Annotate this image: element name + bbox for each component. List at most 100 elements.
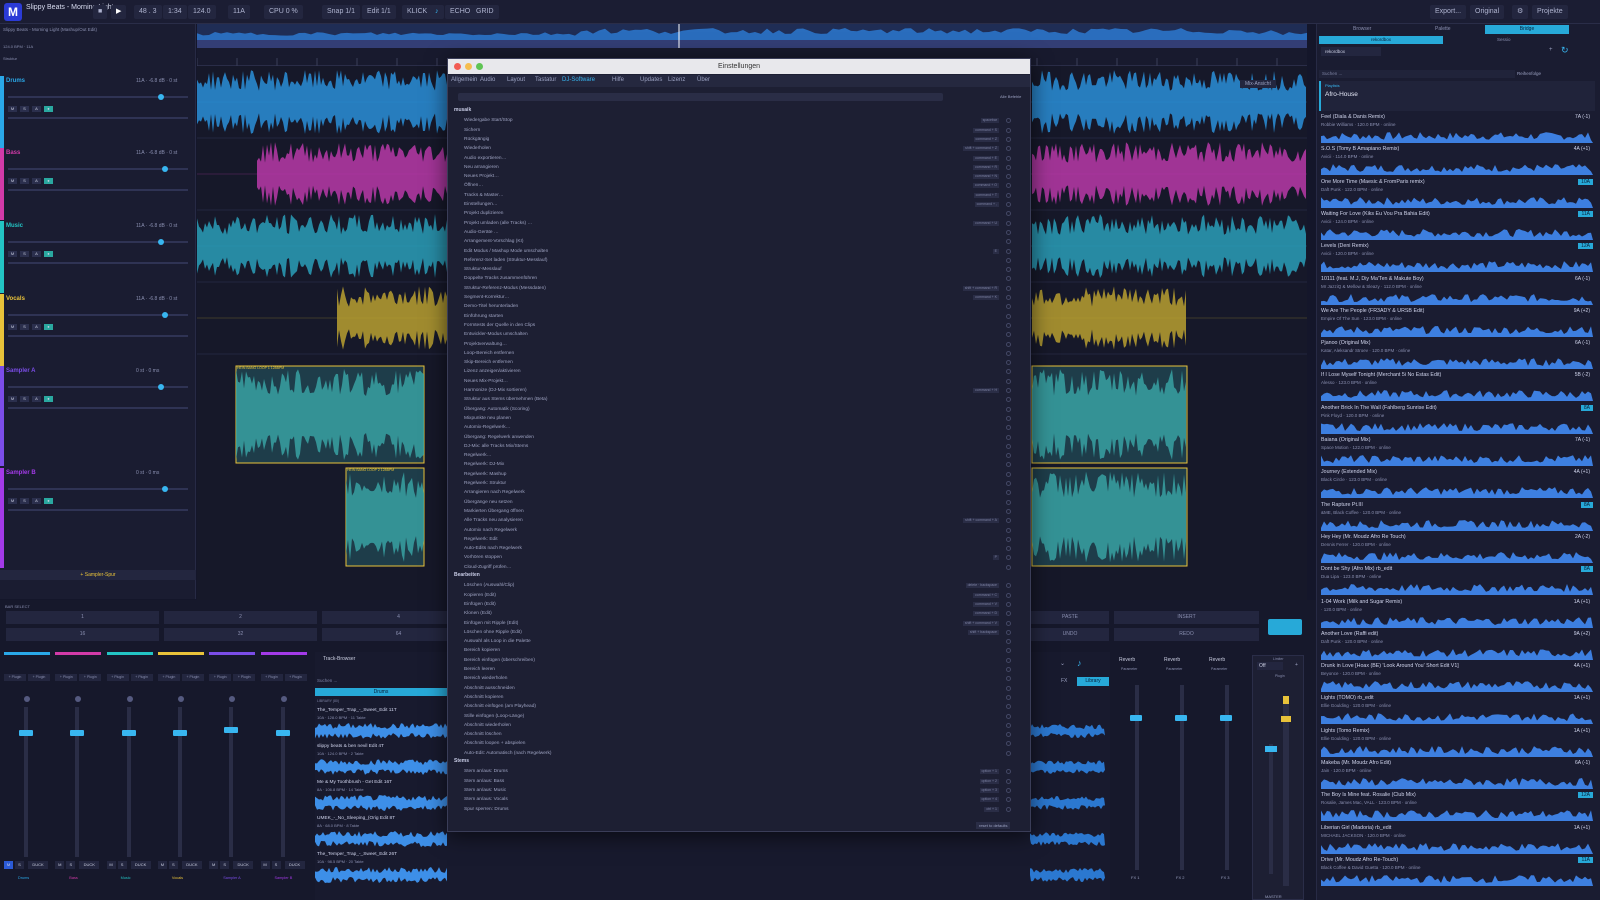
channel-solo-button[interactable]: S (220, 861, 230, 869)
reset-shortcut-icon[interactable] (1006, 388, 1011, 393)
track-header-sampler-a[interactable]: Sampler A 0 st · 0 ms M S A ● (0, 366, 196, 466)
dialog-tab-4[interactable]: DJ-Software (562, 77, 595, 83)
reset-shortcut-icon[interactable] (1006, 434, 1011, 440)
shortcut-key[interactable]: option + 2 (979, 778, 999, 784)
duck-button[interactable]: DUCK (130, 861, 151, 869)
shortcut-row[interactable]: Struktur-Messlauf (464, 265, 1019, 274)
shortcut-key[interactable]: command + H (973, 388, 999, 393)
subtab-rekordbox[interactable]: rekordbox (1319, 36, 1443, 44)
shortcut-row[interactable]: Einstellungen… command + , (464, 200, 1019, 209)
edit-select[interactable]: Edit 1/1 (362, 5, 396, 19)
duck-button[interactable]: DUCK (233, 861, 254, 869)
channel-mute-button[interactable]: M (106, 861, 116, 869)
shortcut-row[interactable]: Neues Projekt… command + N (464, 172, 1019, 181)
shortcut-row[interactable]: Lizenz anzeigen/aktivieren (464, 367, 1019, 376)
song-row[interactable]: Another Love (Raffi edit) Daft Punk · 120… (1321, 631, 1597, 663)
minimize-icon[interactable] (465, 63, 472, 70)
add-plugin-button[interactable]: + Plugin (157, 674, 180, 681)
shortcut-row[interactable]: Regelwerk: Mashup (464, 470, 1019, 479)
reset-shortcut-icon[interactable] (1006, 425, 1011, 431)
channel-solo-button[interactable]: S (15, 861, 24, 869)
arm-button[interactable]: A (32, 251, 41, 257)
shortcut-row[interactable]: Markierten Übergang öffnen (464, 507, 1019, 516)
shortcut-row[interactable]: Stem an/aus: Drums option + 1 (464, 767, 1019, 776)
shortcut-row[interactable]: Projekt umladen (alle Tracks) … command +… (464, 219, 1019, 228)
add-plugin-button[interactable]: + Plugin (233, 674, 256, 681)
reset-shortcut-icon[interactable] (1006, 518, 1011, 524)
shortcut-row[interactable]: Abschnitt loopen + abspielen (464, 739, 1019, 748)
search-input[interactable]: Suchen ... (1319, 70, 1515, 78)
shortcut-row[interactable]: Alle Tracks neu analysieren shift + comma… (464, 516, 1019, 525)
reset-shortcut-icon[interactable] (1006, 592, 1011, 598)
reset-shortcut-icon[interactable] (1006, 797, 1011, 803)
reset-shortcut-icon[interactable] (1006, 229, 1011, 235)
volume-knob[interactable] (158, 239, 164, 245)
channel-knob[interactable] (229, 696, 236, 702)
track-header-music[interactable]: Music 11A · -6.8 dB · 0 st M S A ● (0, 221, 196, 293)
shortcut-row[interactable]: Referenz-Set laden (Struktur-Messlauf) (464, 256, 1019, 265)
reset-shortcut-icon[interactable] (1006, 685, 1011, 691)
channel-mute-button[interactable]: M (260, 861, 270, 869)
reset-shortcut-icon[interactable] (1006, 806, 1011, 812)
bar-pad-16[interactable]: 16 (6, 628, 159, 641)
track-browser-search[interactable]: Suchen ... (315, 678, 447, 686)
reset-shortcut-icon[interactable] (1006, 471, 1011, 477)
record-button[interactable] (1268, 619, 1302, 635)
shortcut-row[interactable]: Klonen (Edit) command + D (464, 609, 1019, 618)
shortcut-row[interactable]: Formtests der Quelle in den Clips (464, 321, 1019, 330)
channel-mute-button[interactable]: M (4, 861, 13, 869)
track-volume-slider[interactable] (8, 166, 188, 172)
tab-browser[interactable]: Browser (1353, 26, 1371, 32)
reset-shortcut-icon[interactable] (1006, 499, 1011, 505)
track-pan-slider[interactable] (8, 117, 188, 119)
duck-button[interactable]: DUCK (181, 861, 202, 869)
mute-button[interactable]: M (8, 498, 17, 504)
shortcut-key[interactable]: shift + command + R (962, 285, 999, 291)
reset-shortcut-icon[interactable] (1006, 462, 1011, 468)
shortcut-row[interactable]: Einführung starten (464, 312, 1019, 321)
shortcut-row[interactable]: Wiederholen shift + command + Z (464, 144, 1019, 153)
projects-button[interactable]: Projekte (1532, 5, 1568, 19)
dialog-tab-1[interactable]: Audio (480, 77, 495, 83)
zoom-icon[interactable] (476, 63, 483, 70)
shortcut-key[interactable]: command + K (973, 295, 999, 300)
export-button[interactable]: Export... (1430, 5, 1467, 19)
song-row[interactable]: Lights (TOMO) rb_edit Ellie Goulding · 12… (1321, 695, 1597, 727)
track-volume-slider[interactable] (8, 312, 188, 318)
plus-icon[interactable]: + (1549, 47, 1553, 53)
channel-solo-button[interactable]: S (66, 861, 76, 869)
tab-palette[interactable]: Palette (1435, 26, 1451, 32)
shortcut-row[interactable]: Segment-Korrektur… command + K (464, 293, 1019, 302)
shortcut-key[interactable]: command + R (973, 164, 999, 170)
add-plugin-button[interactable]: + Plugin (28, 674, 50, 681)
reset-shortcut-icon[interactable] (1006, 611, 1011, 617)
shortcut-row[interactable]: Einfügen mit Ripple (Edit) shift + comman… (464, 619, 1019, 628)
shortcut-row[interactable]: Mixpunkte neu planen (464, 414, 1019, 423)
reset-shortcut-icon[interactable] (1006, 676, 1011, 682)
library-button[interactable]: Library (1077, 677, 1109, 686)
reset-shortcut-icon[interactable] (1006, 146, 1011, 152)
reset-shortcut-icon[interactable] (1006, 378, 1011, 384)
track-pan-slider[interactable] (8, 262, 188, 264)
reset-shortcut-icon[interactable] (1006, 694, 1011, 700)
grid-button[interactable]: GRID (471, 5, 499, 19)
tab-bridge[interactable]: Bridge (1485, 25, 1569, 34)
stem-button[interactable]: ● (44, 324, 53, 330)
track-header-bass[interactable]: Bass 11A · -6.8 dB · 0 st M S A ● (0, 148, 196, 220)
song-row[interactable]: Baiana (Original Mix) Space Motion · 122.… (1321, 437, 1597, 469)
song-row[interactable]: The Rapture Pt.III &ME, Black Coffee · 12… (1321, 501, 1597, 534)
shortcut-key[interactable]: shift + command + Z (963, 146, 999, 152)
reset-shortcut-icon[interactable] (1006, 415, 1011, 421)
track-volume-slider[interactable] (8, 486, 188, 492)
arm-button[interactable]: A (32, 396, 41, 402)
reset-shortcut-icon[interactable] (1006, 350, 1011, 356)
track-pan-slider[interactable] (8, 509, 188, 511)
song-row[interactable]: 10111 (feat. M.J, Diy Ma'Ten & Makute Bo… (1321, 276, 1597, 308)
song-row[interactable]: Pjanoo (Original Mix) Katar, Aleksandr St… (1321, 340, 1597, 372)
reset-shortcut-icon[interactable] (1006, 601, 1011, 607)
reset-shortcut-icon[interactable] (1006, 713, 1011, 719)
shortcut-row[interactable]: Cloud-Zugriff prüfen… (464, 563, 1019, 572)
reset-shortcut-icon[interactable] (1006, 555, 1011, 561)
reset-shortcut-icon[interactable] (1006, 732, 1011, 738)
shortcut-key[interactable]: command + T (973, 192, 999, 198)
